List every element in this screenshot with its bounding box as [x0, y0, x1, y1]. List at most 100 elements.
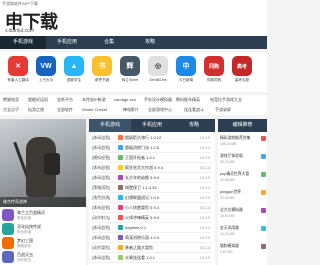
row-date: 10-13	[199, 185, 210, 190]
table-row[interactable]: [休闲益智] 小人快跑冒险 5.9.4 10-13	[92, 203, 212, 214]
app-icon: 同购	[204, 56, 224, 76]
app-item[interactable]: 高考 高考志愿	[230, 56, 254, 90]
game-icon	[118, 195, 123, 200]
game-category: 策略游戏	[17, 244, 31, 248]
app-icon: 中	[176, 56, 196, 76]
game-icon	[118, 145, 123, 150]
table-row[interactable]: [休闲益智] Anytime 0.1 10-13	[92, 223, 212, 234]
row-category: [休闲益智]	[92, 165, 111, 170]
row-title: 长大车的幼稚 5.9.4	[125, 175, 160, 180]
row-category: [休闲益智]	[92, 145, 111, 150]
hot-link[interactable]: 手游录屏	[215, 107, 231, 113]
table-row[interactable]: [休闲益智] 长大车的幼稚 5.9.4 10-13	[92, 173, 212, 184]
nav-item-apps[interactable]: 手机应用	[46, 36, 88, 49]
list-item[interactable]: 百战天虫 动作射击	[2, 250, 84, 264]
row-category: [策略塔防]	[92, 185, 111, 190]
hot-link[interactable]: 全部软件	[57, 107, 73, 113]
table-row[interactable]: [动作冒险] 勇者之路大冒险 10-13	[92, 243, 212, 254]
table-row[interactable]: [角色扮演] 幻想联盟战记 1.0.0 10-13	[92, 193, 212, 204]
app-item[interactable]: 中今日新闻	[174, 56, 198, 90]
table-row[interactable]: [休闲益智] 超级消除门派 1.2.6 10-13	[92, 143, 212, 154]
row-date: 10-13	[199, 145, 210, 150]
app-icon: ◎	[148, 56, 168, 76]
table-row[interactable]: [休闲益智] 超级箭头旅行 1.0.12 10-13	[92, 133, 212, 144]
table-row[interactable]: [休闲益智] 萌宠消除乐园 1.0.3 10-13	[92, 233, 212, 244]
list-item[interactable]: 金天风雨路 12.33 MB	[220, 224, 266, 242]
row-category: [动作冒险]	[92, 245, 111, 250]
app-item[interactable]: 书奇思书城	[90, 56, 114, 90]
list-item[interactable]: 梦幻三国 策略游戏	[2, 236, 84, 250]
table-row[interactable]: [策略塔防] 城堡保卫 1.1.4.33 10-13	[92, 183, 212, 194]
site-logo[interactable]: 申下载 v.dianlut.com	[0, 6, 140, 36]
pick-icon	[261, 190, 266, 195]
list-item[interactable]: 游戏厅体验版 85.21 MB	[220, 152, 266, 170]
app-label: 上汽大众	[38, 78, 54, 82]
list-item[interactable]: 精彩游戏推荐合集 185.15 MB	[220, 134, 266, 152]
hot-links-row: 熊猫电竞 超能好运机 金秋平台 本传说IP新游 carriage evo 手办设…	[0, 95, 267, 104]
row-date: 10-13	[199, 175, 210, 180]
left-game-list: 弗兰之百变精灵 角色扮演 灵化仙侠传说 角色扮演 梦幻三国 策略游戏 百战天虫 动作射击	[0, 207, 86, 265]
table-row[interactable]: [动作射击] 火线冲锋精英 5.9.4 10-13	[92, 213, 212, 224]
game-icon	[118, 255, 123, 260]
table-row[interactable]: [模拟经营] 王国开拓者 1.0.1 10-13	[92, 153, 212, 164]
game-icon	[118, 185, 123, 190]
pick-title: 金天风雨路	[220, 226, 239, 230]
hot-link[interactable]: 锋电影片	[123, 107, 139, 113]
app-item[interactable]: ▲ 国家学生	[62, 56, 86, 90]
game-thumbnail	[2, 223, 14, 235]
app-item[interactable]: 辉辉立Sheet	[118, 56, 142, 90]
app-item[interactable]: ✕ 有道人工翻译	[6, 56, 30, 90]
list-item[interactable]: 弗兰之百变精灵 角色扮演	[2, 208, 84, 222]
shield-shape	[44, 153, 60, 175]
app-item[interactable]: 同购 同城同购	[202, 56, 226, 90]
pick-size: 18.92 MB	[220, 214, 235, 218]
row-category: [休闲益智]	[92, 235, 111, 240]
hot-link[interactable]: 电竞拉手游戏大全	[210, 97, 242, 103]
featured-banner[interactable]: 维京传奇战神	[0, 119, 86, 207]
hot-link[interactable]: 全部游戏中心	[148, 107, 172, 113]
hot-link[interactable]: 本传说IP新游	[82, 97, 106, 103]
table-row[interactable]: [休闲益智] 水果连连看 1.0.1 10-13	[92, 253, 212, 264]
app-icon: ✕	[8, 56, 28, 76]
list-item[interactable]: 猫狗模拟器 9.87 MB	[220, 242, 266, 260]
hot-link[interactable]: 超能好运机	[28, 97, 48, 103]
logo-domain: v.dianlut.com	[5, 28, 35, 34]
hot-link[interactable]: Winter Cricket	[82, 107, 107, 112]
pick-title: 猫狗模拟器	[220, 244, 239, 248]
app-item[interactable]: ◎ ZeroBiOne	[146, 56, 170, 90]
list-item[interactable]: 全方位模拟器 18.92 MB	[220, 206, 266, 224]
list-item[interactable]: polygon世界 32.45 MB	[220, 188, 266, 206]
app-icon: 辉	[120, 56, 140, 76]
hot-link[interactable]: carriage evo	[114, 97, 136, 102]
row-date: 10-13	[199, 205, 210, 210]
pick-icon	[261, 244, 266, 249]
row-category: [休闲益智]	[92, 225, 111, 230]
row-date: 10-13	[199, 245, 210, 250]
table-row[interactable]: [休闲益智] 疯狂吃货大作战 5.9.4 10-13	[92, 163, 212, 174]
nav-item-games[interactable]: 手机游戏	[0, 36, 46, 49]
list-item[interactable]: 灵化仙侠传说 角色扮演	[2, 222, 84, 236]
hot-link[interactable]: 数码推车精英	[176, 97, 200, 103]
hot-link[interactable]: 手办设计模拟器	[144, 97, 172, 103]
game-thumbnail	[2, 251, 14, 263]
nav-item-collections[interactable]: 合集	[88, 36, 130, 49]
tab-guides[interactable]: 攻略	[173, 119, 215, 132]
hot-link[interactable]: 大全点子	[3, 107, 19, 113]
nav-item-guides[interactable]: 攻略	[130, 36, 170, 49]
game-icon	[118, 225, 123, 230]
app-icon: 书	[92, 56, 112, 76]
list-item[interactable]: pop精灵世界大冒 42.08 MB	[220, 170, 266, 188]
hot-link[interactable]: 仙游之旅	[28, 107, 44, 113]
app-label: 高考志愿	[234, 78, 250, 82]
hot-link[interactable]: 连连看战斗	[184, 107, 204, 113]
app-item[interactable]: VW 上汽大众	[34, 56, 58, 90]
app-label: 同城同购	[206, 78, 222, 82]
hot-link[interactable]: 金秋平台	[57, 97, 73, 103]
tab-apps[interactable]: 手机应用	[131, 119, 173, 132]
game-category: 角色扮演	[17, 216, 31, 220]
hot-link[interactable]: 熊猫电竞	[3, 97, 19, 103]
main-nav: 手机游戏 手机应用 合集 攻略	[0, 36, 267, 49]
row-title: 超级消除门派 1.2.6	[125, 145, 160, 150]
tab-games[interactable]: 手机游戏	[89, 119, 131, 132]
row-title: 水果连连看 1.0.1	[125, 255, 156, 260]
